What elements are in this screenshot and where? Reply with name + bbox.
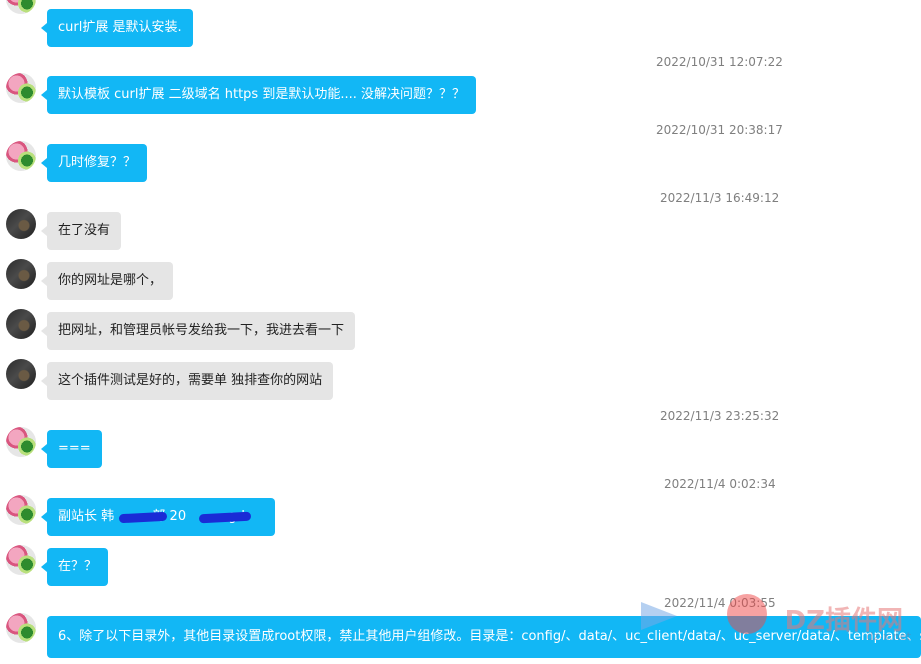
message-bubble: 你的网址是哪个， (40, 262, 174, 300)
user-avatar[interactable] (6, 73, 36, 103)
timestamp: 2022/11/3 16:49:12 (660, 191, 780, 205)
user-avatar[interactable] (6, 495, 36, 525)
message-fragment: 副站长 韩 (58, 509, 115, 524)
user-avatar[interactable] (6, 141, 36, 171)
user-avatar[interactable] (6, 613, 36, 643)
contact-avatar[interactable] (6, 259, 36, 289)
message-bubble: 6、除了以下目录外，其他目录设置成root权限，禁止其他用户组修改。目录是：co… (47, 616, 921, 658)
user-avatar[interactable] (6, 0, 36, 14)
message-bubble: 默认模板 curl扩展 二级域名 https 到是默认功能.... 没解决问题？… (41, 76, 476, 114)
timestamp: 2022/10/31 20:38:17 (656, 123, 783, 137)
contact-avatar[interactable] (6, 309, 36, 339)
user-avatar[interactable] (6, 427, 36, 457)
contact-avatar[interactable] (6, 209, 36, 239)
message-bubble: 在？？ (40, 548, 109, 586)
timestamp: 2022/10/31 12:07:22 (656, 55, 783, 69)
message-bubble: 几时修复？？ (40, 144, 148, 182)
timestamp: 2022/11/4 0:03:55 (664, 596, 776, 610)
message-bubble-redacted: 副站长 韩 部 20 gd (41, 498, 275, 536)
timestamp: 2022/11/3 23:25:32 (660, 409, 780, 423)
user-avatar[interactable] (6, 545, 36, 575)
message-bubble: 在了没有 (40, 212, 122, 250)
message-bubble: curl扩展 是默认安装. (41, 9, 193, 47)
message-bubble: 把网址，和管理员帐号发给我一下，我进去看一下 (40, 312, 356, 350)
message-bubble: 这个插件测试是好的，需要单 独排查你的网站 (40, 362, 334, 400)
contact-avatar[interactable] (6, 359, 36, 389)
timestamp: 2022/11/4 0:02:34 (664, 477, 776, 491)
message-bubble: === (41, 430, 102, 468)
